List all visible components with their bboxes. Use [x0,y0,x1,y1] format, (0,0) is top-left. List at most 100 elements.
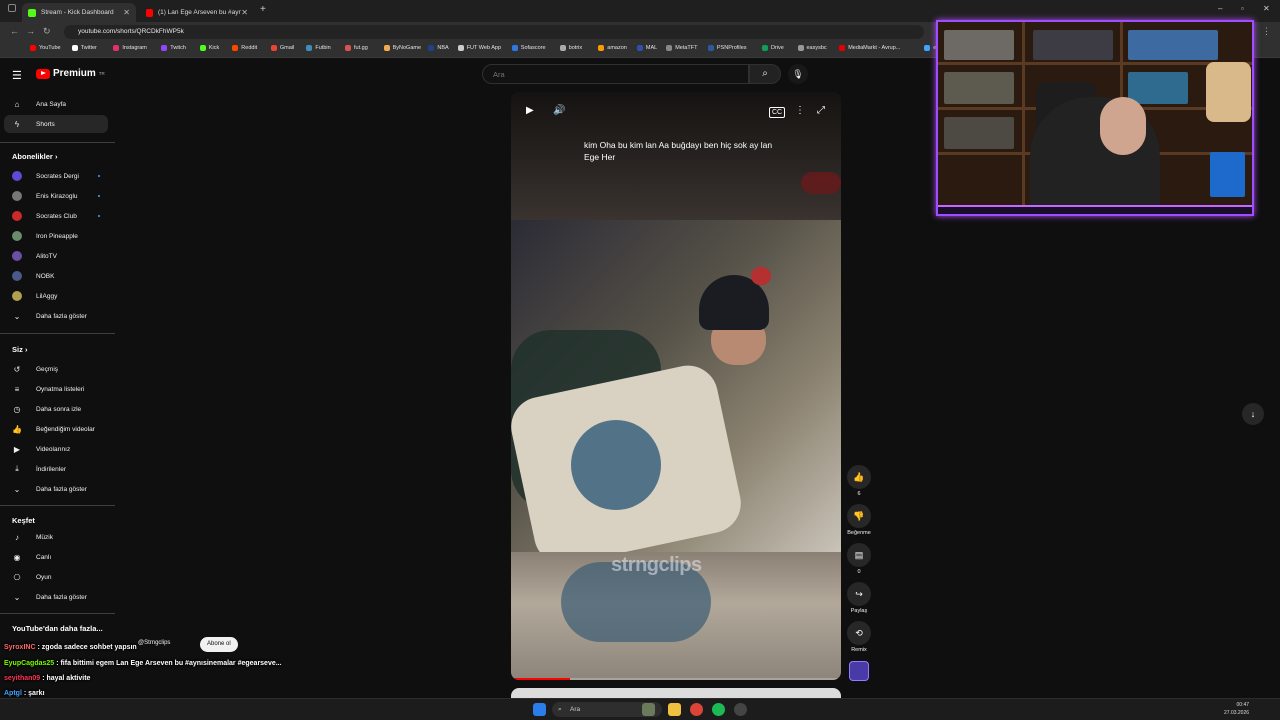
video-progress-bar[interactable] [511,678,841,680]
subscribe-button[interactable]: Abone ol [200,637,238,652]
bookmark-twitter[interactable]: Twitter [71,45,97,51]
new-tab-button[interactable]: + [260,4,266,15]
sidebar-item-home[interactable]: ⌂ Ana Sayfa [4,95,108,113]
windows-start-icon[interactable] [533,703,546,716]
sidebar-item-playlist[interactable]: ≡ Oynatma listeleri [4,380,108,398]
search-input[interactable] [482,64,749,84]
subscriptions-header[interactable]: Abonelikler › [12,152,57,161]
divider [0,613,115,614]
remix-icon[interactable]: ⟲ [847,621,871,645]
sidebar-item-subscription[interactable]: LilAggy [4,287,108,305]
youtube-premium-logo[interactable]: Premium TR [36,68,105,79]
next-short-button[interactable]: ↓ [1242,403,1264,425]
close-icon[interactable]: ✕ [123,8,130,17]
browser-menu-icon[interactable]: ⋮ [1262,26,1271,37]
sidebar-item-live[interactable]: ◉ Canlı [4,548,108,566]
thumbs-up-icon[interactable]: 👍 [847,465,871,489]
sidebar-item-shorts[interactable]: ϟ Shorts [4,115,108,133]
back-icon[interactable]: ← [10,26,19,36]
sidebar-item-subscription[interactable]: Enis Kirazoglu [4,187,108,205]
bookmark-twitch[interactable]: Twitch [161,45,186,51]
captions-icon[interactable]: CC [769,107,786,118]
maximize-icon[interactable]: ▫ [1241,4,1244,13]
sidebar-item-history[interactable]: ↺ Geçmiş [4,360,108,378]
share-icon[interactable]: ↪ [847,582,871,606]
sidebar-item-subscription[interactable]: Iron Pineapple [4,227,108,245]
file-explorer-icon[interactable] [668,703,681,716]
sidebar-item-subscription[interactable]: Socrates Dergi [4,167,108,185]
more-options-icon[interactable]: ⋮ [795,105,805,116]
search-button[interactable]: ⌕ [749,64,781,84]
close-window-icon[interactable]: ✕ [1263,4,1270,13]
bookmark-mediamarkt-avrup[interactable]: MediaMarkt - Avrup... [839,45,900,51]
hamburger-menu-icon[interactable]: ☰ [12,69,22,82]
reload-icon[interactable]: ↻ [43,26,51,37]
bookmark-drive[interactable]: Drive [762,45,784,51]
url-field[interactable]: youtube.com/shorts/QRCDkFhWP5k [64,25,924,39]
you-header[interactable]: Siz › [12,345,27,354]
voice-search-button[interactable]: 🎙 [788,64,808,84]
sidebar-item-music[interactable]: ♪ Müzik [4,528,108,546]
sidebar-item-liked-videos[interactable]: 👍 Beğendiğim videolar [4,420,108,438]
sidebar-item-label: Daha sonra izle [36,405,82,413]
fullscreen-icon[interactable]: ⤢ [817,105,825,116]
bookmark-futbin[interactable]: Futbin [306,45,331,51]
dislike-action[interactable]: 👎 Beğenme [846,504,872,536]
channel-avatar-icon [12,211,22,221]
sidebar-item-subscription[interactable]: AlitoTV [4,247,108,265]
widgets-icon[interactable] [642,703,655,716]
tab-kick-dashboard[interactable]: Stream - Kick Dashboard ✕ [22,3,136,22]
shorts-player[interactable]: strngclips kim Oha bu kim lan Aa buğdayı… [511,92,841,680]
microphone-icon: 🎙 [792,69,804,79]
channel-avatar-icon [12,231,22,241]
tab-menu-icon[interactable] [8,4,16,12]
system-clock[interactable]: 00:47 27.03.2026 [1224,701,1249,717]
collectibles [1033,30,1113,60]
comment-icon[interactable]: ▤ [847,543,871,567]
show-more-you[interactable]: ⌄ Daha fazla göster [4,480,108,498]
bookmark-instagram[interactable]: Instagram [113,45,147,51]
show-more-explore[interactable]: ⌄ Daha fazla göster [4,588,108,606]
sidebar-item-downloads[interactable]: ⤓ İndirilenler [4,460,108,478]
bookmark-easysbc[interactable]: easysbc [797,45,827,51]
bookmark-fut-gg[interactable]: fut.gg [345,45,368,51]
app-icon[interactable] [734,703,747,716]
close-icon[interactable]: ✕ [241,8,248,17]
bookmark-icon [559,45,566,51]
sidebar-item-your-videos[interactable]: ▶ Videolarınız [4,440,108,458]
sidebar-item-subscription[interactable]: NOBK [4,267,108,285]
minimize-icon[interactable]: – [1218,4,1222,13]
channel-avatar[interactable] [849,661,869,681]
bookmark-youtube[interactable]: YouTube [30,45,61,51]
play-icon[interactable]: ▶ [526,105,534,116]
tab-youtube-short[interactable]: (1) Lan Ege Arseven bu #aynısi... ✕ [140,3,254,22]
bookmark-amazon[interactable]: amazon [598,45,627,51]
comments-action[interactable]: ▤ 0 [846,543,872,575]
bookmark-fut-web-app[interactable]: FUT Web App [457,45,501,51]
like-action[interactable]: 👍 6 [846,465,872,497]
bookmark-kick[interactable]: Kick [199,45,219,51]
sidebar-item-subscription[interactable]: Socrates Club [4,207,108,225]
volume-icon[interactable]: 🔊 [553,105,565,116]
bookmark-botrix[interactable]: botrix [559,45,582,51]
bookmark-nba[interactable]: NBA [428,45,449,51]
bookmark-gmail[interactable]: Gmail [270,45,294,51]
sidebar-item-gaming[interactable]: ⎔ Oyun [4,568,108,586]
channel-handle[interactable]: @Strngclips [138,640,170,646]
bookmark-psnprofiles[interactable]: PSNProfiles [707,45,747,51]
chrome-icon[interactable] [690,703,703,716]
bookmark-metatft[interactable]: MetaTFT [666,45,698,51]
bookmark-mal[interactable]: MAL [636,45,657,51]
forward-icon[interactable]: → [26,26,35,36]
bookmark-reddit[interactable]: Reddit [232,45,257,51]
bookmark-bynogame[interactable]: ByNoGame [383,45,421,51]
show-more-subscriptions[interactable]: ⌄ Daha fazla göster [4,307,108,325]
thumbs-down-icon[interactable]: 👎 [847,504,871,528]
share-action[interactable]: ↪ Paylaş [846,582,872,614]
sidebar-item-label: Geçmiş [36,365,59,373]
logo-text: Premium [53,68,96,79]
sidebar-item-watch-later[interactable]: ◷ Daha sonra izle [4,400,108,418]
bookmark-sofascore[interactable]: Sofascore [511,45,546,51]
spotify-icon[interactable] [712,703,725,716]
remix-action[interactable]: ⟲ Remix [846,621,872,653]
